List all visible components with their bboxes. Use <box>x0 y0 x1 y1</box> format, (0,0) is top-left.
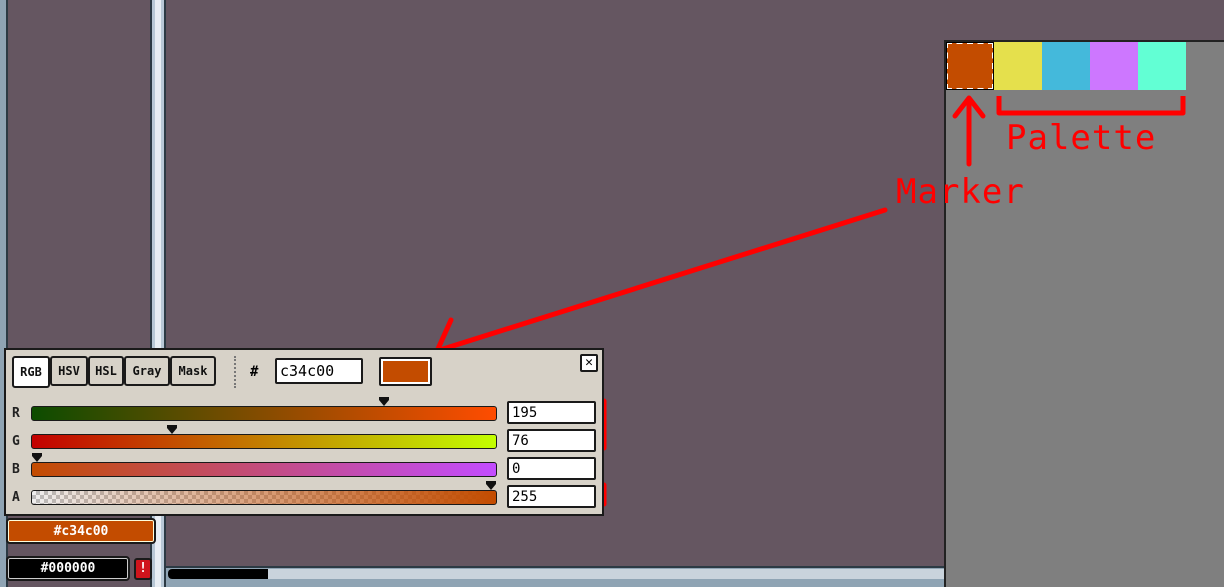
preview-arrow <box>434 207 888 371</box>
tab-hsl[interactable]: HSL <box>88 356 124 386</box>
palette-annotation: Palette <box>1006 118 1157 158</box>
slider-thumb[interactable] <box>167 425 178 434</box>
tab-mask[interactable]: Mask <box>170 356 216 386</box>
slider-thumb[interactable] <box>486 481 496 490</box>
red-slider[interactable] <box>31 397 497 421</box>
alpha-value-input[interactable] <box>507 485 596 508</box>
palette-swatch[interactable] <box>1042 42 1090 90</box>
tab-hsv[interactable]: HSV <box>50 356 88 386</box>
background-color-button[interactable]: #000000 <box>6 556 130 581</box>
color-mode-tabs: RGB HSV HSL Gray Mask <box>12 356 216 388</box>
tab-rgb[interactable]: RGB <box>12 356 50 388</box>
toolbar-separator <box>234 356 236 388</box>
channel-label-r: R <box>12 406 20 421</box>
horizontal-scrollbar-thumb[interactable] <box>168 569 268 579</box>
channel-label-b: B <box>12 462 20 477</box>
green-value-input[interactable] <box>507 429 596 452</box>
marker-annotation: Marker <box>896 172 1025 212</box>
slider-thumb[interactable] <box>379 397 390 406</box>
red-value-input[interactable] <box>507 401 596 424</box>
palette-swatch[interactable] <box>994 42 1042 90</box>
palette-swatch[interactable] <box>1138 42 1186 90</box>
alpha-slider[interactable] <box>31 481 497 505</box>
palette-swatch[interactable] <box>1090 42 1138 90</box>
blue-slider[interactable] <box>31 453 497 477</box>
hex-input[interactable] <box>275 358 363 384</box>
color-preview <box>379 357 432 386</box>
close-button[interactable]: ✕ <box>580 354 598 372</box>
channel-label-a: A <box>12 490 20 505</box>
tab-gray[interactable]: Gray <box>124 356 170 386</box>
foreground-color-button[interactable]: #c34c00 <box>6 518 156 544</box>
palette-swatch-selected[interactable] <box>946 42 994 90</box>
channel-label-g: G <box>12 434 20 449</box>
blue-value-input[interactable] <box>507 457 596 480</box>
slider-thumb[interactable] <box>32 453 42 462</box>
hex-hash-label: # <box>250 364 259 380</box>
color-picker-dialog: RGB HSV HSL Gray Mask # ✕ R G B A <box>4 348 604 516</box>
green-slider[interactable] <box>31 425 497 449</box>
warning-icon[interactable]: ! <box>134 558 152 580</box>
